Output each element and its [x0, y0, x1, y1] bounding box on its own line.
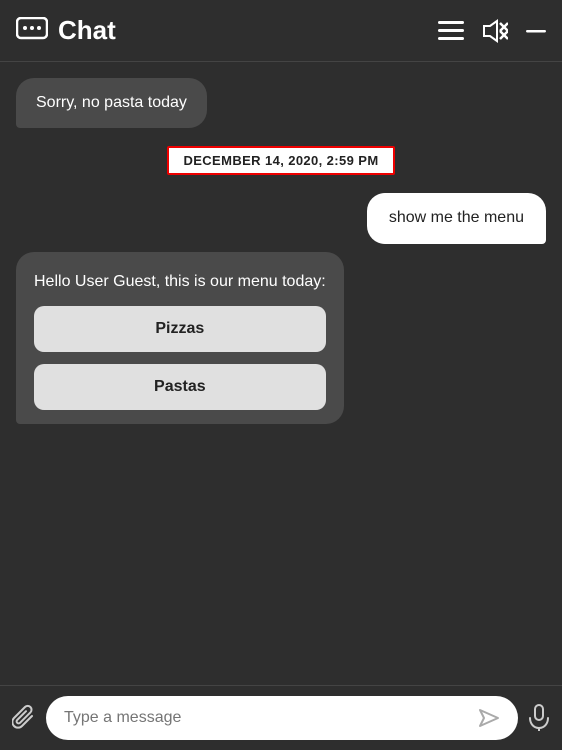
date-separator-text: DECEMBER 14, 2020, 2:59 PM [167, 146, 394, 175]
message-input-wrapper[interactable] [46, 696, 518, 740]
menu-button-pastas[interactable]: Pastas [34, 364, 326, 410]
microphone-icon[interactable] [528, 704, 550, 732]
input-bar [0, 685, 562, 750]
bot-card: Hello User Guest, this is our menu today… [16, 252, 344, 424]
message-received-1: Sorry, no pasta today [16, 78, 207, 128]
header-actions [438, 19, 546, 43]
chat-area: Sorry, no pasta today DECEMBER 14, 2020,… [0, 62, 562, 685]
menu-icon[interactable] [438, 21, 464, 41]
minimize-icon[interactable] [526, 29, 546, 33]
bot-card-text: Hello User Guest, this is our menu today… [34, 270, 326, 294]
app-header: Chat [0, 0, 562, 62]
mute-icon[interactable] [482, 19, 508, 43]
attach-icon[interactable] [12, 704, 36, 732]
message-input[interactable] [64, 709, 478, 727]
chat-bubble-icon [16, 17, 48, 45]
date-separator: DECEMBER 14, 2020, 2:59 PM [167, 146, 394, 175]
message-sent-1: show me the menu [367, 193, 546, 243]
header-title-area: Chat [16, 15, 438, 46]
menu-button-pizzas[interactable]: Pizzas [34, 306, 326, 352]
app-title: Chat [58, 15, 116, 46]
send-icon[interactable] [478, 708, 500, 728]
